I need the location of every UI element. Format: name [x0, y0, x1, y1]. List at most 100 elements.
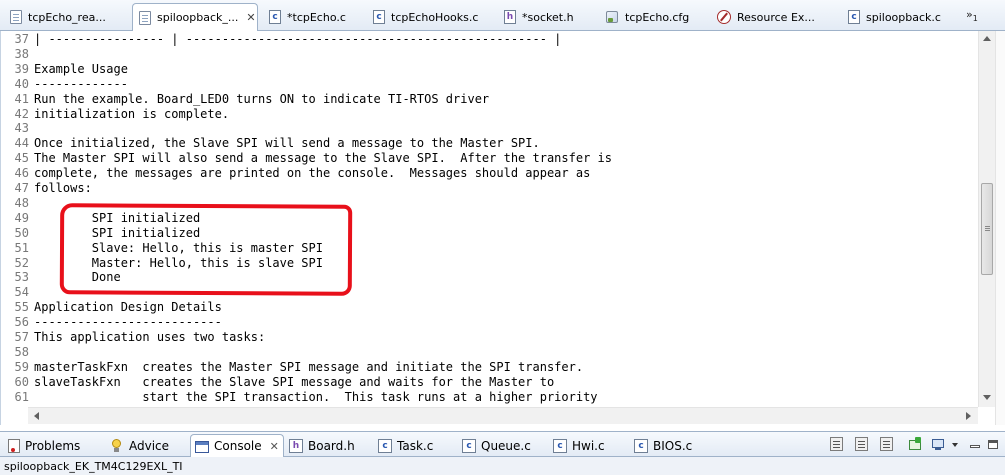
status-bar: spiloopback_EK_TM4C129EXL_TI — [0, 457, 1005, 475]
h-file-icon: h — [289, 438, 303, 453]
editor-tab-tcpecho-cfg[interactable]: tcpEcho.cfg — [599, 4, 707, 30]
view-tab-label: Console — [214, 439, 262, 453]
line-number: 51 — [14, 240, 29, 255]
dropdown-arrow-icon[interactable] — [949, 437, 965, 453]
line-text[interactable]: -------------------------- — [34, 315, 222, 330]
c-file-icon: c — [378, 438, 392, 453]
chevron-double-right-icon: » — [966, 8, 973, 21]
editor-tab-spiloopback-readme[interactable]: spiloopback_... ✕ — [132, 3, 258, 31]
horizontal-scrollbar[interactable] — [28, 407, 978, 424]
line-number: 57 — [14, 330, 29, 344]
line-number: 50 — [14, 225, 29, 240]
line-text[interactable]: Slave: Hello, this is master SPI — [34, 241, 323, 256]
editor-tab-label: Resource Ex... — [737, 10, 815, 24]
line-text[interactable]: complete, the messages are printed on th… — [34, 166, 590, 181]
editor-tab-tcpechohooks-c[interactable]: c tcpEchoHooks.c — [367, 4, 495, 30]
pin-console-icon[interactable] — [908, 437, 924, 453]
console-icon — [195, 440, 209, 453]
line-text[interactable]: masterTaskFxn creates the Master SPI mes… — [34, 360, 583, 375]
c-file-icon: c — [373, 10, 385, 24]
console-display-selected-icon[interactable] — [830, 437, 843, 451]
view-tab-label: Advice — [129, 438, 170, 453]
line-number: 47 — [14, 181, 29, 195]
editor-tab-label: tcpEchoHooks.c — [391, 10, 479, 24]
editor-tab-socket-h[interactable]: h *socket.h — [498, 4, 596, 30]
text-editor[interactable]: 37 | ---------------- | -----------------… — [0, 31, 1005, 425]
line-number: 54 — [14, 285, 29, 300]
vertical-scroll-thumb[interactable] — [981, 183, 993, 275]
close-icon[interactable]: ✕ — [270, 440, 279, 453]
line-number: 42 — [14, 106, 29, 121]
close-icon[interactable]: ✕ — [246, 11, 255, 24]
line-text[interactable]: start the SPI transaction. This task run… — [34, 390, 597, 405]
view-tab-console[interactable]: Console ✕ — [190, 434, 284, 457]
text-file-icon — [139, 10, 151, 25]
view-tab-problems[interactable]: Problems — [8, 435, 80, 456]
maximize-icon[interactable] — [986, 437, 1002, 453]
editor-tab-label: *socket.h — [522, 10, 574, 24]
line-text[interactable]: | ---------------- | -------------------… — [34, 32, 561, 47]
line-text[interactable]: follows: — [34, 181, 92, 196]
view-tab-board-h[interactable]: h Board.h — [289, 435, 355, 456]
line-number: 61 — [14, 389, 29, 404]
view-tab-label: BIOS.c — [653, 438, 693, 453]
line-number: 39 — [14, 61, 29, 76]
line-text[interactable]: Master: Hello, this is slave SPI — [34, 256, 323, 271]
line-text[interactable]: slaveTaskFxn creates the Slave SPI messa… — [34, 375, 554, 390]
line-number: 55 — [14, 300, 29, 315]
line-number: 37 — [14, 32, 29, 46]
minimize-icon[interactable] — [968, 437, 984, 453]
view-tab-label: Queue.c — [481, 438, 531, 453]
editor-tab-tcpecho-c[interactable]: c *tcpEcho.c — [263, 4, 365, 30]
view-tab-task-c[interactable]: c Task.c — [378, 435, 433, 456]
editor-tab-label: spiloopback_... — [157, 11, 239, 24]
line-number: 48 — [14, 195, 29, 210]
editor-tab-tcpecho-readme[interactable]: tcpEcho_rea... — [4, 4, 130, 30]
view-tab-label: Problems — [25, 438, 81, 453]
view-tab-bios-c[interactable]: c BIOS.c — [634, 435, 692, 456]
resource-explorer-icon — [717, 10, 731, 24]
line-text[interactable]: Done — [34, 270, 121, 285]
line-text[interactable]: Example Usage — [34, 62, 128, 77]
view-tab-queue-c[interactable]: c Queue.c — [462, 435, 531, 456]
line-text[interactable]: SPI initialized — [34, 211, 200, 226]
code-area[interactable]: 37 | ---------------- | -----------------… — [1, 31, 978, 407]
line-text[interactable]: This application uses two tasks: — [34, 330, 265, 345]
bottom-view-tab-bar: Problems Advice Console ✕ h Board.h c Ta… — [0, 431, 1005, 457]
scroll-up-arrow-icon[interactable] — [983, 36, 991, 41]
clear-console-icon[interactable] — [880, 437, 893, 451]
line-text[interactable]: Application Design Details — [34, 300, 222, 315]
line-text[interactable]: Run the example. Board_LED0 turns ON to … — [34, 92, 489, 107]
line-text[interactable]: The Master SPI will also send a message … — [34, 151, 612, 166]
line-number: 49 — [14, 210, 29, 225]
scroll-down-arrow-icon[interactable] — [983, 395, 991, 400]
view-tab-advice[interactable]: Advice — [110, 435, 169, 456]
tab-overflow-button[interactable]: »1 — [966, 8, 978, 23]
editor-tab-spiloopback-c[interactable]: c spiloopback.c — [842, 4, 960, 30]
overview-ruler — [995, 31, 1005, 425]
cfg-file-icon — [605, 10, 619, 24]
c-file-icon: c — [269, 10, 281, 24]
editor-tab-resource-explorer[interactable]: Resource Ex... — [711, 4, 836, 30]
line-number: 58 — [14, 344, 29, 359]
view-tab-hwi-c[interactable]: c Hwi.c — [553, 435, 605, 456]
view-tab-label: Board.h — [308, 438, 355, 453]
scroll-right-arrow-icon[interactable] — [966, 412, 971, 420]
editor-tab-label: tcpEcho_rea... — [28, 10, 106, 24]
c-file-icon: c — [848, 10, 860, 24]
vertical-scrollbar[interactable] — [978, 31, 995, 407]
line-text[interactable]: Once initialized, the Slave SPI will sen… — [34, 136, 540, 151]
scroll-left-arrow-icon[interactable] — [34, 412, 39, 420]
display-console-icon[interactable] — [931, 437, 947, 453]
line-text[interactable]: initialization is complete. — [34, 107, 229, 122]
c-file-icon: c — [634, 438, 648, 453]
problems-icon — [8, 438, 20, 453]
h-file-icon: h — [504, 10, 516, 24]
line-number: 41 — [14, 91, 29, 106]
line-text[interactable]: SPI initialized — [34, 226, 200, 241]
line-number: 43 — [14, 121, 29, 136]
view-tab-label: Hwi.c — [572, 438, 605, 453]
text-file-icon — [10, 10, 22, 24]
scroll-lock-icon[interactable] — [855, 437, 868, 451]
line-text[interactable]: ------------- — [34, 77, 128, 92]
